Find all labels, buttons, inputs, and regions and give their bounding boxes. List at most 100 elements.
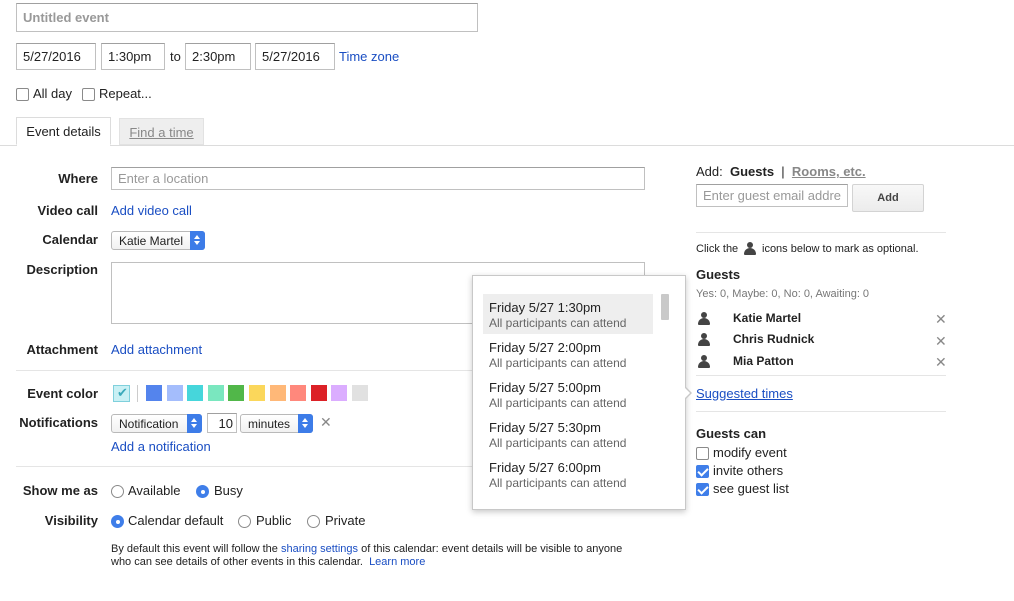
end-time-input[interactable] (185, 43, 251, 70)
available-label: Available (128, 483, 181, 498)
guests-can-heading: Guests can (696, 426, 767, 441)
public-label: Public (256, 513, 292, 528)
guest-optional-toggle-icon[interactable] (697, 355, 711, 369)
learn-more-link[interactable]: Learn more (369, 556, 425, 568)
start-date-input[interactable] (16, 43, 96, 70)
calendar-select[interactable]: Katie Martel (111, 231, 205, 250)
sharing-settings-link[interactable]: sharing settings (281, 543, 358, 555)
all-day-label: All day (33, 86, 73, 101)
optional-hint-pre: Click the (696, 243, 739, 255)
color-swatch[interactable] (290, 385, 307, 401)
remove-guest-icon[interactable]: ✕ (935, 355, 947, 369)
private-label: Private (325, 513, 366, 528)
notification-type-arrow-icon (187, 414, 202, 433)
private-radio[interactable] (307, 515, 320, 528)
remove-notification-icon[interactable]: ✕ (320, 415, 332, 429)
notification-type-value: Notification (119, 417, 179, 431)
suggestion-time: Friday 5/27 2:00pm (489, 340, 602, 355)
calendar-default-radio[interactable] (111, 515, 124, 528)
suggestion-item[interactable]: Friday 5/27 6:00pm All participants can … (483, 454, 653, 494)
notification-unit-arrow-icon (298, 414, 313, 433)
color-swatch[interactable] (352, 385, 368, 401)
active-tab-gap (17, 144, 110, 146)
to-label: to (170, 49, 181, 64)
color-separator (137, 385, 138, 402)
remove-guest-icon[interactable]: ✕ (935, 312, 947, 326)
add-notification-link[interactable]: Add a notification (111, 439, 211, 454)
color-swatch[interactable] (187, 385, 204, 401)
info-text-pre: By default this event will follow the (111, 543, 281, 555)
color-swatch[interactable] (310, 385, 327, 401)
suggestion-item[interactable]: Friday 5/27 2:00pm All participants can … (483, 334, 653, 374)
info-text-line2: who can see details of other events in t… (111, 556, 363, 568)
guests-divider-2 (696, 375, 946, 376)
all-day-checkbox[interactable] (16, 88, 29, 101)
color-swatch[interactable] (249, 385, 265, 401)
repeat-checkbox[interactable] (82, 88, 95, 101)
color-swatch[interactable] (207, 385, 224, 401)
person-icon (743, 242, 757, 256)
add-label: Add: (696, 164, 723, 179)
notification-amount-input[interactable] (207, 413, 237, 433)
guest-name: Katie Martel (733, 311, 802, 325)
modify-event-checkbox[interactable] (696, 447, 709, 460)
suggestion-time: Friday 5/27 5:30pm (489, 420, 602, 435)
calendar-select-value: Katie Martel (119, 234, 184, 248)
show-me-as-label: Show me as (22, 483, 98, 498)
default-color-swatch[interactable]: ✔ (113, 385, 130, 402)
start-time-input[interactable] (101, 43, 165, 70)
attachment-label: Attachment (26, 342, 98, 357)
invite-others-label: invite others (713, 463, 784, 478)
suggestion-item[interactable]: Friday 5/27 5:30pm All participants can … (483, 414, 653, 454)
notifications-label: Notifications (19, 415, 98, 430)
suggestion-note: All participants can attend (489, 396, 627, 410)
notification-type-select[interactable]: Notification (111, 414, 202, 433)
tab-divider (0, 145, 1014, 146)
calendar-select-arrow-icon (190, 231, 205, 250)
suggestion-note: All participants can attend (489, 436, 627, 450)
notification-unit-value: minutes (248, 417, 291, 431)
guest-name: Mia Patton (733, 354, 794, 368)
public-radio[interactable] (238, 515, 251, 528)
color-swatch[interactable] (228, 385, 245, 401)
color-swatch[interactable] (166, 385, 183, 401)
add-attachment-link[interactable]: Add attachment (111, 342, 202, 357)
calendar-label: Calendar (42, 232, 98, 247)
guest-optional-toggle-icon[interactable] (697, 333, 711, 347)
where-label: Where (58, 171, 98, 186)
color-swatch[interactable] (269, 385, 286, 401)
rooms-tab-link[interactable]: Rooms, etc. (792, 164, 866, 179)
suggested-times-link[interactable]: Suggested times (696, 386, 793, 401)
rsvp-summary: Yes: 0, Maybe: 0, No: 0, Awaiting: 0 (696, 288, 870, 300)
color-swatch[interactable] (331, 385, 348, 401)
remove-guest-icon[interactable]: ✕ (935, 334, 947, 348)
available-radio[interactable] (111, 485, 124, 498)
add-guest-button-label: Add (877, 192, 899, 204)
guests-tab-label[interactable]: Guests (730, 164, 774, 179)
suggestion-time: Friday 5/27 6:00pm (489, 460, 602, 475)
suggestion-item[interactable]: Friday 5/27 1:30pm All participants can … (483, 294, 653, 334)
tab-find-a-time[interactable]: Find a time (119, 118, 204, 145)
guest-optional-toggle-icon[interactable] (697, 312, 711, 326)
suggestion-item[interactable]: Friday 5/27 5:00pm All participants can … (483, 374, 653, 414)
info-text-post: of this calendar: event details will be … (358, 543, 623, 555)
guest-email-input[interactable] (696, 184, 848, 207)
event-title-input[interactable] (16, 3, 478, 32)
location-input[interactable] (111, 167, 645, 190)
end-date-input[interactable] (255, 43, 335, 70)
color-swatch[interactable] (146, 385, 162, 401)
suggested-times-popup: Friday 5/27 1:30pm All participants can … (472, 275, 686, 510)
time-zone-link[interactable]: Time zone (339, 49, 399, 64)
notification-unit-select[interactable]: minutes (240, 414, 313, 433)
busy-radio[interactable] (196, 485, 209, 498)
add-video-call-link[interactable]: Add video call (111, 203, 192, 218)
video-call-label: Video call (37, 203, 98, 218)
invite-others-checkbox[interactable] (696, 465, 709, 478)
calendar-default-label: Calendar default (128, 513, 224, 528)
see-guest-list-checkbox[interactable] (696, 483, 709, 496)
tab-find-a-time-label: Find a time (129, 125, 194, 140)
add-guest-button[interactable]: Add (852, 184, 924, 212)
repeat-label: Repeat... (99, 86, 152, 101)
popup-scrollbar-thumb[interactable] (661, 294, 669, 320)
tab-event-details[interactable]: Event details (16, 117, 111, 145)
